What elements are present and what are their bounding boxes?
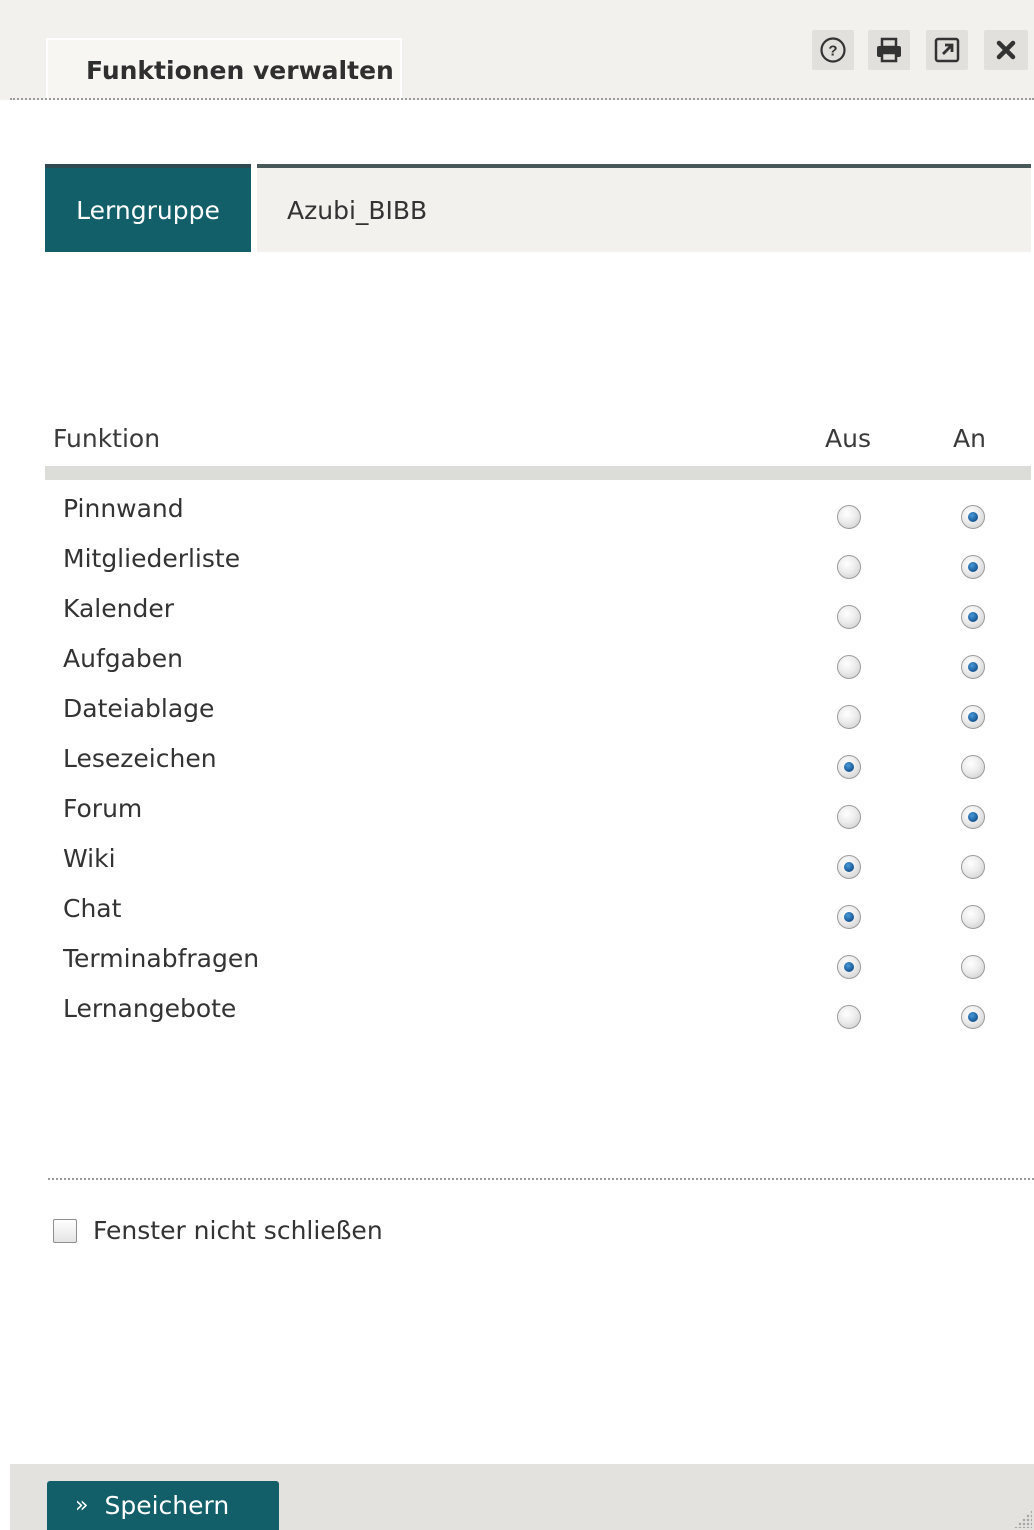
function-name: Wiki [63,844,116,873]
double-chevron-icon: » [75,1493,89,1518]
content-divider [48,1178,1034,1180]
radio-off[interactable] [837,755,861,779]
save-button-label: Speichern [104,1491,230,1520]
table-row: Lernangebote [45,990,1031,1040]
radio-off[interactable] [837,1005,861,1029]
function-name: Terminabfragen [63,944,260,973]
dialog-title-tab: Funktionen verwalten [46,38,402,100]
table-row: Chat [45,890,1031,940]
function-name: Mitgliederliste [63,544,241,573]
function-name: Aufgaben [63,644,184,673]
table-row: Forum [45,790,1031,840]
svg-text:?: ? [828,43,837,60]
radio-off[interactable] [837,555,861,579]
keep-open-label: Fenster nicht schließen [93,1216,383,1245]
context-value: Azubi_BIBB [257,164,1031,252]
print-button[interactable] [868,30,910,70]
radio-on[interactable] [961,505,985,529]
help-circle-icon: ? [820,37,846,63]
radio-off[interactable] [837,655,861,679]
radio-on[interactable] [961,805,985,829]
function-name: Forum [63,794,143,823]
radio-on[interactable] [961,1005,985,1029]
radio-on[interactable] [961,905,985,929]
function-name: Chat [63,894,122,923]
radio-on[interactable] [961,655,985,679]
table-row: Mitgliederliste [45,540,1031,590]
table-header: Funktion Aus An [45,420,1031,468]
radio-off[interactable] [837,805,861,829]
table-header-rule [45,466,1031,480]
column-header-on: An [953,424,986,453]
radio-off[interactable] [837,905,861,929]
radio-on[interactable] [961,955,985,979]
radio-off[interactable] [837,605,861,629]
function-name: Dateiablage [63,694,215,723]
context-label: Lerngruppe [45,164,251,252]
function-list: Pinnwand Mitgliederliste Kalender Aufgaben D… [45,490,1031,1040]
radio-off[interactable] [837,955,861,979]
radio-on[interactable] [961,605,985,629]
table-row: Dateiablage [45,690,1031,740]
table-row: Pinnwand [45,490,1031,540]
help-button[interactable]: ? [812,30,854,70]
radio-on[interactable] [961,855,985,879]
table-row: Terminabfragen [45,940,1031,990]
dialog-title: Funktionen verwalten [86,56,394,85]
save-button[interactable]: » Speichern [47,1481,279,1530]
function-name: Lernangebote [63,994,237,1023]
popout-button[interactable] [926,30,968,70]
printer-icon [877,37,901,63]
radio-on[interactable] [961,755,985,779]
function-name: Pinnwand [63,494,184,523]
radio-off[interactable] [837,505,861,529]
function-name: Lesezeichen [63,744,217,773]
radio-on[interactable] [961,555,985,579]
column-header-off: Aus [825,424,871,453]
table-row: Kalender [45,590,1031,640]
close-icon [996,40,1016,60]
radio-on[interactable] [961,705,985,729]
column-header-function: Funktion [53,424,161,453]
table-row: Wiki [45,840,1031,890]
keep-open-checkbox[interactable] [53,1218,77,1243]
table-row: Aufgaben [45,640,1031,690]
radio-off[interactable] [837,705,861,729]
table-row: Lesezeichen [45,740,1031,790]
keep-open-option[interactable]: Fenster nicht schließen [53,1216,383,1245]
radio-off[interactable] [837,855,861,879]
header-divider [10,98,1034,100]
close-button[interactable] [984,30,1028,70]
external-window-icon [934,37,960,63]
context-bar: Lerngruppe Azubi_BIBB [45,164,1031,252]
function-name: Kalender [63,594,174,623]
